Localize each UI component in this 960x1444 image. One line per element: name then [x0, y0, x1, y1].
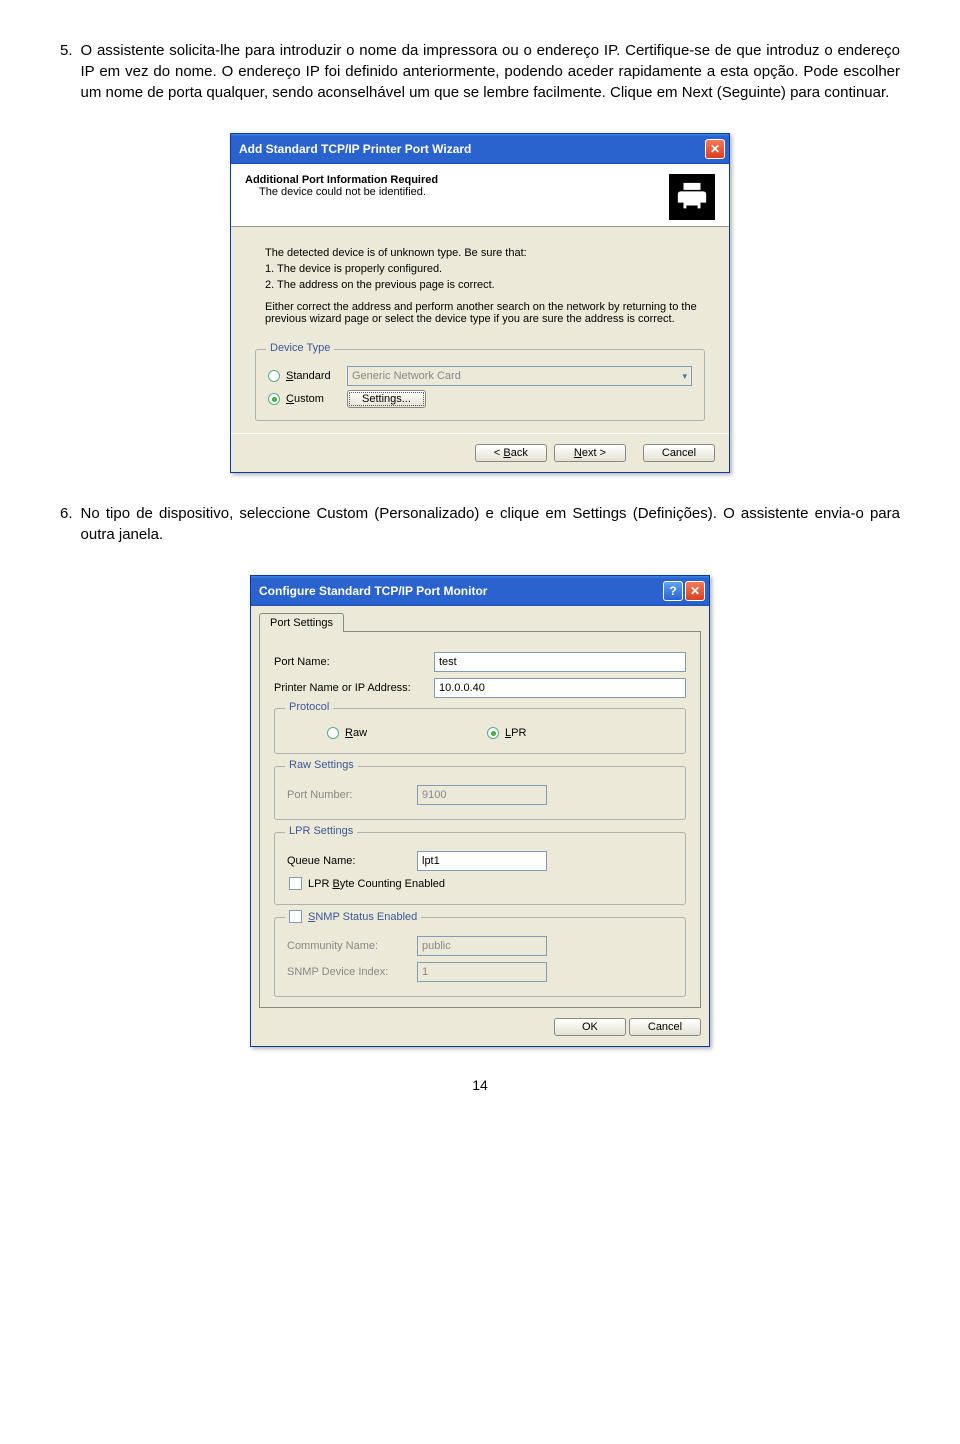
step-6-number: 6. — [60, 503, 73, 545]
next-button[interactable]: Next >Next > — [554, 444, 626, 462]
wizard1-body-line3: 2. The address on the previous page is c… — [265, 279, 705, 291]
protocol-group: Protocol RawRaw LPRLPR — [274, 708, 686, 754]
port-name-label: Port Name: — [274, 656, 434, 668]
step-5-text: O assistente solicita-lhe para introduzi… — [81, 40, 900, 103]
queue-input[interactable] — [417, 851, 547, 871]
help-icon[interactable]: ? — [663, 581, 683, 601]
settings-button[interactable]: Settings... — [347, 390, 426, 408]
back-button[interactable]: < Back< Back — [475, 444, 547, 462]
community-input — [417, 936, 547, 956]
standard-select-value: Generic Network Card — [352, 370, 461, 382]
wizard1-body-line2: 1. The device is properly configured. — [265, 263, 705, 275]
ip-label: Printer Name or IP Address: — [274, 682, 434, 694]
wizard1-body: The detected device is of unknown type. … — [231, 227, 729, 433]
close-icon[interactable]: ✕ — [705, 139, 725, 159]
device-type-title: Device Type — [266, 342, 334, 354]
tab-panel: Port Name: Printer Name or IP Address: P… — [259, 631, 701, 1008]
standard-select: Generic Network Card ▾ — [347, 366, 692, 386]
wizard1-titlebar[interactable]: Add Standard TCP/IP Printer Port Wizard … — [231, 134, 729, 164]
wizard1-header: Additional Port Information Required The… — [231, 164, 729, 227]
instruction-step-5: 5. O assistente solicita-lhe para introd… — [60, 40, 900, 103]
raw-settings-group: Raw Settings Port Number: — [274, 766, 686, 820]
lpr-settings-group: LPR Settings Queue Name: LPR Byte Counti… — [274, 832, 686, 905]
wizard1-subheading: The device could not be identified. — [259, 186, 438, 198]
wizard1-body-line1: The detected device is of unknown type. … — [265, 247, 705, 259]
snmp-index-input — [417, 962, 547, 982]
queue-label: Queue Name: — [287, 855, 417, 867]
tab-port-settings[interactable]: Port Settings — [259, 613, 344, 632]
wizard1-heading: Additional Port Information Required — [245, 174, 438, 186]
radio-custom[interactable] — [268, 393, 280, 405]
configure-port-window: Configure Standard TCP/IP Port Monitor ?… — [250, 575, 710, 1047]
radio-lpr-label[interactable]: LPRLPR — [505, 727, 526, 739]
radio-raw[interactable] — [327, 727, 339, 739]
snmp-group: SNMP Status EnabledSNMP Status Enabled C… — [274, 917, 686, 997]
step-6-text: No tipo de dispositivo, seleccione Custo… — [81, 503, 900, 545]
port-name-input[interactable] — [434, 652, 686, 672]
lpr-settings-title: LPR Settings — [285, 825, 357, 837]
radio-standard[interactable] — [268, 370, 280, 382]
snmp-checkbox[interactable] — [289, 910, 302, 923]
snmp-index-label: SNMP Device Index: — [287, 966, 417, 978]
cancel-button[interactable]: Cancel — [629, 1018, 701, 1036]
ip-input[interactable] — [434, 678, 686, 698]
add-port-wizard-window: Add Standard TCP/IP Printer Port Wizard … — [230, 133, 730, 473]
lpr-byte-checkbox[interactable] — [289, 877, 302, 890]
radio-lpr[interactable] — [487, 727, 499, 739]
wizard1-body-line4: Either correct the address and perform a… — [265, 301, 705, 325]
raw-settings-title: Raw Settings — [285, 759, 358, 771]
wizard1-title: Add Standard TCP/IP Printer Port Wizard — [239, 142, 471, 156]
protocol-title: Protocol — [285, 701, 333, 713]
wizard2-body: Port Settings Port Name: Printer Name or… — [251, 606, 709, 1046]
radio-custom-label[interactable]: CCustomustom — [286, 393, 341, 405]
device-type-group: Device Type SStandardtandard Generic Net… — [255, 349, 705, 421]
cancel-button[interactable]: Cancel — [643, 444, 715, 462]
raw-port-label: Port Number: — [287, 789, 417, 801]
lpr-byte-label[interactable]: LPR Byte Counting EnabledLPR Byte Counti… — [308, 878, 445, 890]
wizard2-title: Configure Standard TCP/IP Port Monitor — [259, 584, 487, 598]
wizard1-footer: < Back< Back Next >Next > Cancel — [231, 433, 729, 472]
radio-standard-label[interactable]: SStandardtandard — [286, 370, 341, 382]
snmp-title[interactable]: SNMP Status EnabledSNMP Status Enabled — [308, 911, 417, 923]
wizard2-titlebar[interactable]: Configure Standard TCP/IP Port Monitor ?… — [251, 576, 709, 606]
radio-raw-label[interactable]: RawRaw — [345, 727, 367, 739]
raw-port-input — [417, 785, 547, 805]
step-5-number: 5. — [60, 40, 73, 103]
community-label: Community Name: — [287, 940, 417, 952]
instruction-step-6: 6. No tipo de dispositivo, seleccione Cu… — [60, 503, 900, 545]
close-icon[interactable]: ✕ — [685, 581, 705, 601]
ok-button[interactable]: OK — [554, 1018, 626, 1036]
printer-icon — [669, 174, 715, 220]
chevron-down-icon: ▾ — [682, 371, 687, 382]
page-number: 14 — [60, 1077, 900, 1093]
